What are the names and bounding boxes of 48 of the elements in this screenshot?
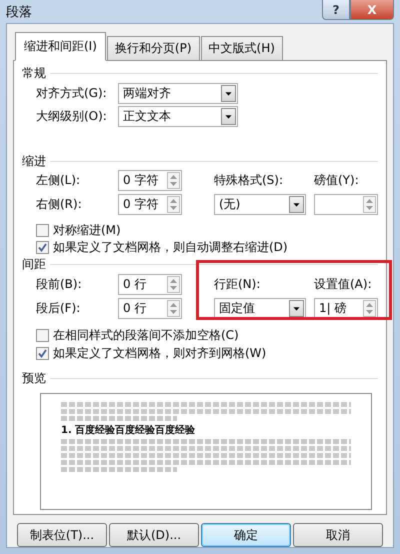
dialog-button[interactable]: 制表位(T)... xyxy=(17,523,107,547)
spinner-field[interactable] xyxy=(314,194,378,216)
field-label: 特殊格式(S): xyxy=(214,172,284,190)
field-label: 右侧(R): xyxy=(36,196,83,214)
checkbox[interactable] xyxy=(36,241,49,254)
spinner-field[interactable]: 0 行 xyxy=(118,274,182,295)
field-label: 左侧(L): xyxy=(36,172,82,190)
help-button[interactable]: ? xyxy=(322,0,350,20)
dropdown-field[interactable]: 正文文本 xyxy=(118,106,238,128)
preview-sample-text: 1. 百度经验百度经验百度经验 xyxy=(61,423,196,438)
field-label: 段前(B): xyxy=(36,276,83,293)
checkbox[interactable] xyxy=(36,346,49,360)
spinner-field[interactable]: 0 行 xyxy=(118,298,182,319)
dropdown-field[interactable]: 固定值 xyxy=(214,298,306,319)
spinner-arrows-icon[interactable] xyxy=(167,172,180,190)
spinner-field[interactable]: 0 字符 xyxy=(118,194,182,216)
section-heading: 常规 xyxy=(22,65,46,82)
tab[interactable]: 缩进和间距(I) xyxy=(15,32,106,61)
spinner-arrows-icon[interactable] xyxy=(167,276,180,293)
spinner-field[interactable]: 0 字符 xyxy=(118,170,182,192)
dialog-button[interactable]: 默认(D)... xyxy=(109,523,199,547)
field-label: 大纲级别(O): xyxy=(36,108,108,126)
checkbox-label: 如果定义了文档网格，则对齐到网格(W) xyxy=(53,344,266,362)
field-label: 行距(N): xyxy=(214,276,262,293)
field-label: 段后(F): xyxy=(36,300,82,317)
checkbox-label: 在相同样式的段落间不添加空格(C) xyxy=(53,327,239,344)
spinner-arrows-icon[interactable] xyxy=(167,196,180,214)
dialog-button[interactable]: 确定 xyxy=(201,523,291,547)
spinner-arrows-icon[interactable] xyxy=(363,196,376,214)
checkbox-label: 对称缩进(M) xyxy=(53,222,121,239)
field-label: 设置值(A): xyxy=(314,276,373,293)
section-heading: 预览 xyxy=(22,370,46,388)
dropdown-field[interactable]: (无) xyxy=(214,194,306,216)
dialog-button[interactable]: 取消 xyxy=(293,523,383,547)
spinner-arrows-icon[interactable] xyxy=(363,300,376,317)
checkbox[interactable] xyxy=(36,224,49,237)
tab[interactable]: 换行和分页(P) xyxy=(106,36,200,61)
checkbox-label: 如果定义了文档网格，则自动调整右缩进(D) xyxy=(53,239,288,256)
field-label: 磅值(Y): xyxy=(314,172,360,190)
spinner-arrows-icon[interactable] xyxy=(167,300,180,317)
dropdown-field[interactable]: 两端对齐 xyxy=(118,83,238,104)
field-label: 对齐方式(G): xyxy=(36,85,108,102)
section-heading: 间距 xyxy=(22,256,46,274)
checkbox[interactable] xyxy=(36,329,49,342)
window-title: 段落 xyxy=(6,4,32,20)
spinner-field[interactable]: 1| 磅 xyxy=(314,298,378,319)
tab[interactable]: 中文版式(H) xyxy=(200,36,283,61)
section-heading: 缩进 xyxy=(22,152,46,170)
